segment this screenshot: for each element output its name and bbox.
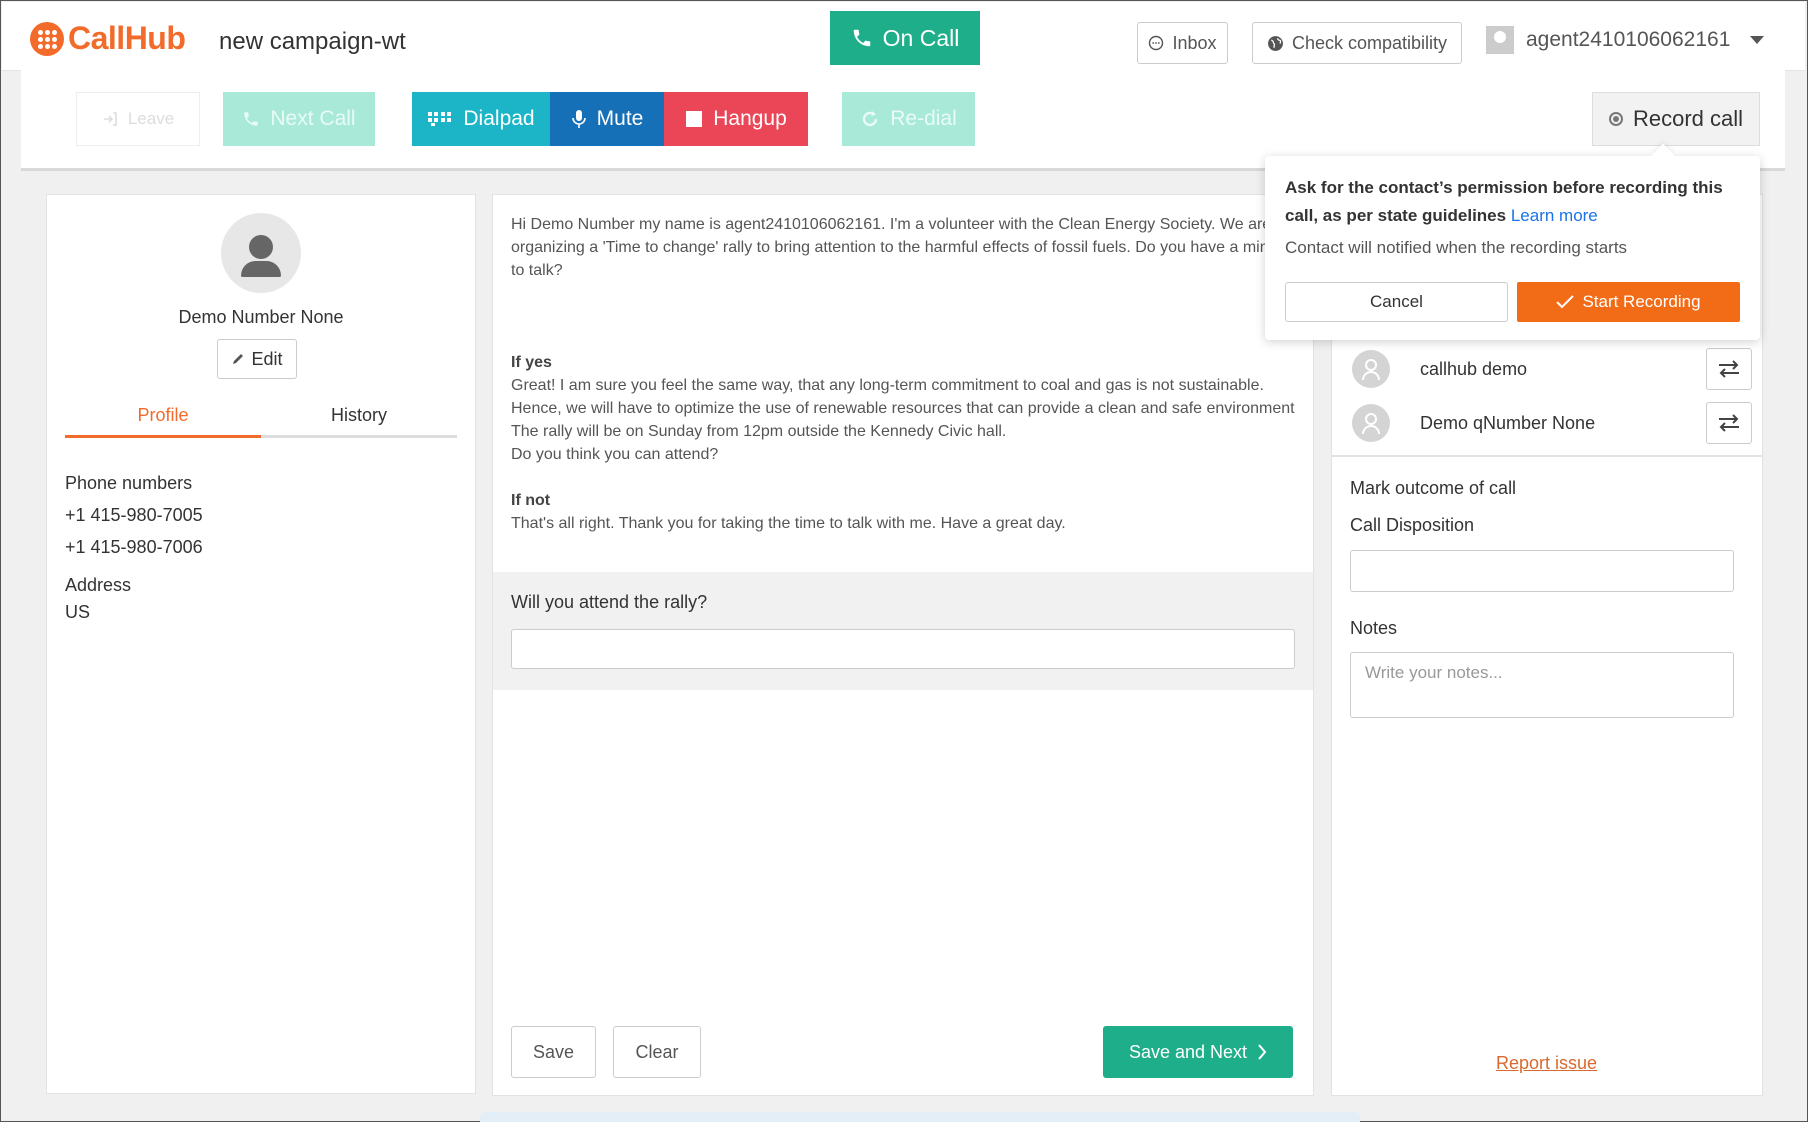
call-script: Hi Demo Number my name is agent241010606…	[511, 213, 1301, 535]
callhub-logo-icon	[30, 21, 64, 56]
check-compatibility-label: Check compatibility	[1291, 32, 1448, 53]
on-call-status-button[interactable]: On Call	[830, 11, 980, 65]
if-yes-text: Great! I am sure you feel the same way, …	[511, 377, 1295, 417]
start-recording-button[interactable]: Start Recording	[1517, 282, 1740, 322]
edit-contact-button[interactable]: Edit	[217, 339, 297, 379]
next-call-button[interactable]: Next Call	[223, 92, 375, 146]
campaign-name: new campaign-wt	[219, 28, 406, 55]
contact-name: Demo Number None	[178, 307, 344, 327]
transfer-icon	[1719, 360, 1739, 378]
record-permission-message: Ask for the contact’s permission before …	[1285, 174, 1745, 230]
panel-divider	[1332, 455, 1762, 457]
leave-icon	[103, 112, 117, 126]
globe-icon	[1268, 35, 1283, 51]
inbox-label: Inbox	[1172, 32, 1217, 53]
bottom-edge-strip	[480, 1112, 1360, 1122]
top-header: CallHub new campaign-wt On Call Inbox Ch…	[2, 2, 1805, 71]
stop-icon	[686, 111, 703, 127]
survey-question: Will you attend the rally?	[511, 592, 708, 612]
dialpad-label: Dialpad	[463, 107, 535, 130]
address-heading: Address	[65, 575, 132, 595]
mute-label: Mute	[596, 107, 644, 130]
contact-panel: Demo Number None Edit Profile History Ph…	[46, 194, 476, 1094]
contact-avatar-icon	[221, 213, 301, 293]
record-permission-text: Ask for the contact’s permission before …	[1285, 178, 1723, 225]
call-disposition-select[interactable]	[1350, 550, 1734, 592]
edit-label: Edit	[251, 348, 283, 369]
on-call-label: On Call	[882, 24, 960, 51]
transfer-icon	[1719, 414, 1739, 432]
record-call-button[interactable]: Record call	[1592, 92, 1760, 146]
check-compatibility-button[interactable]: Check compatibility	[1252, 22, 1462, 64]
radio-icon	[1608, 112, 1623, 126]
script-panel: Hi Demo Number my name is agent241010606…	[492, 194, 1314, 1096]
tab-history[interactable]: History	[261, 403, 457, 435]
survey-answer-input[interactable]	[511, 629, 1295, 669]
script-intro: Hi Demo Number my name is agent241010606…	[511, 216, 1291, 279]
save-and-next-button[interactable]: Save and Next	[1103, 1026, 1293, 1078]
notes-textarea[interactable]: Write your notes...	[1350, 652, 1734, 718]
phone-number: +1 415-980-7006	[65, 537, 203, 557]
transfer-button[interactable]	[1706, 348, 1752, 390]
user-avatar-icon	[1352, 404, 1390, 442]
phone-icon	[853, 29, 870, 47]
leave-label: Leave	[127, 109, 175, 128]
survey-question-block: Will you attend the rally?	[493, 572, 1313, 690]
phone-numbers-heading: Phone numbers	[65, 473, 193, 493]
learn-more-link[interactable]: Learn more	[1511, 206, 1598, 225]
dialpad-icon	[428, 112, 452, 126]
notes-label: Notes	[1350, 618, 1398, 638]
save-and-next-label: Save and Next	[1128, 1041, 1248, 1062]
agent-name: agent2410106062161	[1526, 28, 1731, 51]
contact-tabs: Profile History	[65, 403, 457, 438]
transfer-contact-name: callhub demo	[1420, 358, 1528, 379]
if-yes-text: The rally will be on Sunday from 12pm ou…	[511, 423, 1007, 440]
redo-icon	[863, 111, 878, 127]
if-yes-heading: If yes	[511, 354, 552, 371]
check-icon	[1556, 295, 1575, 309]
chevron-down-icon	[1750, 36, 1765, 44]
transfer-contact-row: callhub demo	[1352, 345, 1752, 393]
tab-profile[interactable]: Profile	[65, 403, 261, 438]
if-not-heading: If not	[511, 492, 551, 509]
pencil-icon	[233, 354, 244, 364]
report-issue-link[interactable]: Report issue	[1496, 1053, 1597, 1074]
transfer-contact-name: Demo qNumber None	[1420, 412, 1596, 433]
phone-icon	[244, 112, 259, 126]
mark-outcome-label: Mark outcome of call	[1350, 478, 1517, 498]
dialpad-button[interactable]: Dialpad	[412, 92, 550, 146]
redial-button[interactable]: Re-dial	[842, 92, 975, 146]
user-avatar-icon	[1486, 26, 1514, 54]
save-button[interactable]: Save	[511, 1026, 596, 1078]
leave-button[interactable]: Leave	[76, 92, 200, 146]
inbox-button[interactable]: Inbox	[1137, 22, 1228, 64]
hangup-label: Hangup	[713, 107, 787, 130]
record-call-label: Record call	[1632, 106, 1744, 131]
clear-button[interactable]: Clear	[613, 1026, 701, 1078]
agent-menu[interactable]: agent2410106062161	[1486, 26, 1765, 54]
cancel-recording-button[interactable]: Cancel	[1285, 282, 1508, 322]
microphone-icon	[571, 110, 586, 128]
chat-bubble-icon	[1149, 35, 1164, 51]
next-call-label: Next Call	[270, 107, 356, 130]
hangup-button[interactable]: Hangup	[664, 92, 808, 146]
call-disposition-label: Call Disposition	[1350, 515, 1475, 535]
record-permission-popover: Ask for the contact’s permission before …	[1265, 156, 1760, 340]
record-permission-subtext: Contact will notified when the recording…	[1285, 238, 1628, 257]
if-yes-text: Do you think you can attend?	[511, 446, 719, 463]
transfer-button[interactable]	[1706, 402, 1752, 444]
chevron-right-icon	[1258, 1044, 1267, 1060]
phone-number: +1 415-980-7005	[65, 505, 203, 525]
mute-button[interactable]: Mute	[550, 92, 664, 146]
callhub-logo[interactable]: CallHub	[30, 20, 186, 57]
user-avatar-icon	[1352, 350, 1390, 388]
redial-label: Re-dial	[890, 107, 957, 130]
logo-text: CallHub	[68, 20, 186, 56]
transfer-contact-row: Demo qNumber None	[1352, 399, 1752, 447]
address-value: US	[65, 602, 91, 622]
notes-placeholder: Write your notes...	[1365, 663, 1503, 682]
if-not-text: That's all right. Thank you for taking t…	[511, 515, 1066, 532]
start-recording-label: Start Recording	[1582, 292, 1701, 311]
